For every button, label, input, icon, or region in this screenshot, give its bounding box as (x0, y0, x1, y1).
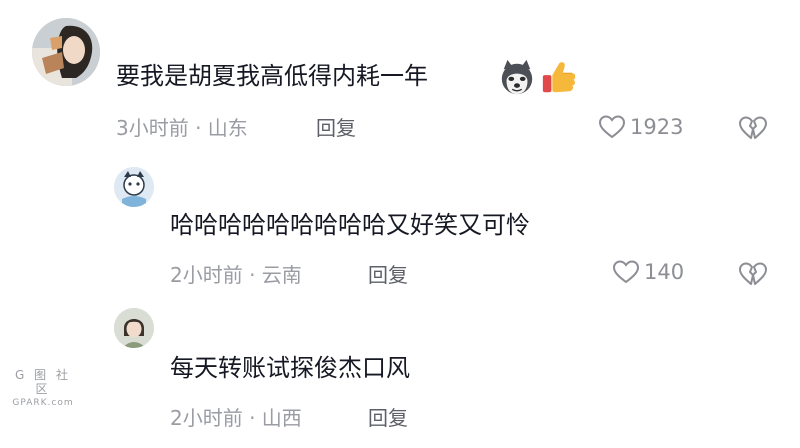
dislike-button[interactable] (738, 261, 768, 287)
watermark-logo: G 图 社 区 (15, 368, 71, 396)
comment-meta: 3小时前 · 山东 (116, 116, 248, 140)
comment-meta: 2小时前 · 云南 (170, 263, 302, 287)
husky-emoji (501, 59, 533, 95)
like-button[interactable]: 140 (612, 259, 684, 285)
like-button[interactable]: 1923 (598, 114, 683, 140)
comment-text: 每天转账试探俊杰口风 (170, 354, 410, 382)
comment-meta: 2小时前 · 山西 (170, 406, 302, 430)
dislike-button[interactable] (738, 115, 768, 141)
avatar[interactable] (114, 167, 154, 207)
comment-text: 哈哈哈哈哈哈哈哈哈又好笑又可怜 (170, 211, 530, 239)
broken-heart-icon (739, 116, 767, 139)
heart-icon (612, 260, 640, 284)
avatar[interactable] (32, 18, 100, 86)
heart-icon (598, 115, 626, 139)
reply-button[interactable]: 回复 (316, 115, 356, 141)
like-count: 1923 (630, 115, 684, 139)
watermark: G 图 社 区 GPARK.com (8, 368, 78, 410)
comment-text: 要我是胡夏我高低得内耗一年 (116, 62, 428, 90)
like-count: 140 (644, 260, 685, 284)
avatar[interactable] (114, 308, 154, 348)
reply-button[interactable]: 回复 (368, 262, 408, 288)
broken-heart-icon (739, 262, 767, 285)
reply-button[interactable]: 回复 (368, 405, 408, 431)
watermark-site: GPARK.com (12, 398, 74, 408)
emoji-group (498, 58, 578, 98)
thumbs-up-emoji (542, 62, 576, 93)
